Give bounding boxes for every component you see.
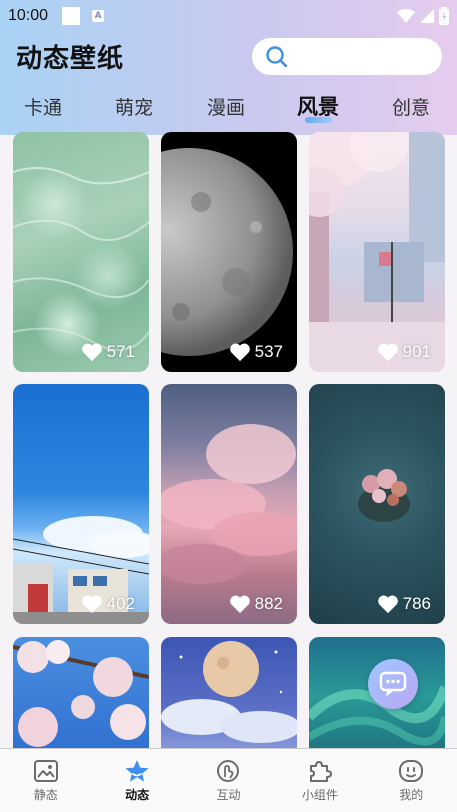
battery-icon (439, 7, 449, 25)
star-icon (125, 760, 149, 782)
like-count[interactable]: 537 (229, 342, 283, 362)
status-bar: 10:00 A (0, 0, 457, 32)
wallpaper-card[interactable] (161, 637, 297, 757)
wallpaper-card[interactable]: 402 (13, 384, 149, 624)
chat-bubble-icon (379, 671, 407, 696)
like-count[interactable]: 571 (81, 342, 135, 362)
input-method-icon: A (92, 10, 105, 22)
like-count-value: 402 (106, 594, 135, 613)
touch-icon (217, 760, 240, 782)
like-count-value: 786 (402, 594, 431, 613)
wallpaper-card[interactable]: 901 (309, 132, 445, 372)
wifi-icon (397, 9, 415, 23)
nav-mine-label: 我的 (399, 788, 424, 802)
puzzle-icon (309, 761, 332, 782)
pink-clouds-image (161, 424, 297, 584)
like-count-value: 901 (402, 342, 431, 361)
search-icon (266, 45, 288, 67)
cherry-blossom-image (13, 640, 149, 747)
nav-interactive-label: 互动 (216, 788, 241, 802)
heart-icon (229, 595, 250, 614)
heart-icon (229, 343, 250, 362)
notification-icon (62, 7, 81, 25)
nav-static[interactable]: 静态 (0, 749, 91, 812)
heart-icon (377, 343, 398, 362)
nav-widgets-label: 小组件 (301, 788, 338, 802)
nav-widgets[interactable]: 小组件 (274, 749, 365, 812)
like-count[interactable]: 882 (229, 594, 283, 614)
tab-creative[interactable]: 创意 (381, 93, 441, 120)
tab-scenery-label: 风景 (297, 95, 339, 119)
heart-icon (81, 343, 102, 362)
like-count[interactable]: 901 (377, 342, 431, 362)
tab-scenery[interactable]: 风景 (288, 91, 348, 123)
bottom-navigation: 静态 动态 互动 小组件 我的 (0, 748, 457, 812)
wallpaper-card[interactable]: 882 (161, 384, 297, 624)
wallpaper-card[interactable]: 786 (309, 384, 445, 624)
cherry-blossom-street-image (309, 132, 445, 372)
full-moon-clouds-image (161, 641, 297, 743)
like-count[interactable]: 786 (377, 594, 431, 614)
tab-cartoon[interactable]: 卡通 (13, 93, 73, 120)
page-title: 动态壁纸 (16, 44, 125, 74)
like-count-value: 571 (106, 342, 135, 361)
heart-icon (81, 595, 102, 614)
moon-image (161, 148, 293, 356)
image-icon (33, 760, 58, 782)
wallpaper-card[interactable]: 537 (161, 132, 297, 372)
anime-town-image (13, 516, 149, 624)
flower-island-image (358, 469, 410, 522)
wallpaper-card[interactable]: 571 (13, 132, 149, 372)
nav-mine[interactable]: 我的 (366, 749, 457, 812)
wallpaper-card[interactable] (13, 637, 149, 757)
status-time: 10:00 (8, 7, 49, 24)
water-ripple-image (13, 167, 149, 351)
signal-icon (420, 9, 434, 23)
search-input[interactable] (252, 38, 442, 75)
smile-face-icon (399, 760, 424, 782)
tab-pets[interactable]: 萌宠 (104, 93, 164, 120)
nav-static-label: 静态 (33, 788, 58, 802)
like-count-value: 537 (254, 342, 283, 361)
heart-icon (377, 595, 398, 614)
chat-button[interactable] (368, 659, 418, 709)
tab-comics[interactable]: 漫画 (196, 93, 256, 120)
nav-dynamic-label: 动态 (125, 788, 150, 802)
nav-interactive[interactable]: 互动 (183, 749, 274, 812)
category-tabs: 卡通 萌宠 漫画 风景 创意 (0, 90, 457, 126)
like-count[interactable]: 402 (81, 594, 135, 614)
nav-dynamic[interactable]: 动态 (91, 749, 182, 812)
like-count-value: 882 (254, 594, 283, 613)
